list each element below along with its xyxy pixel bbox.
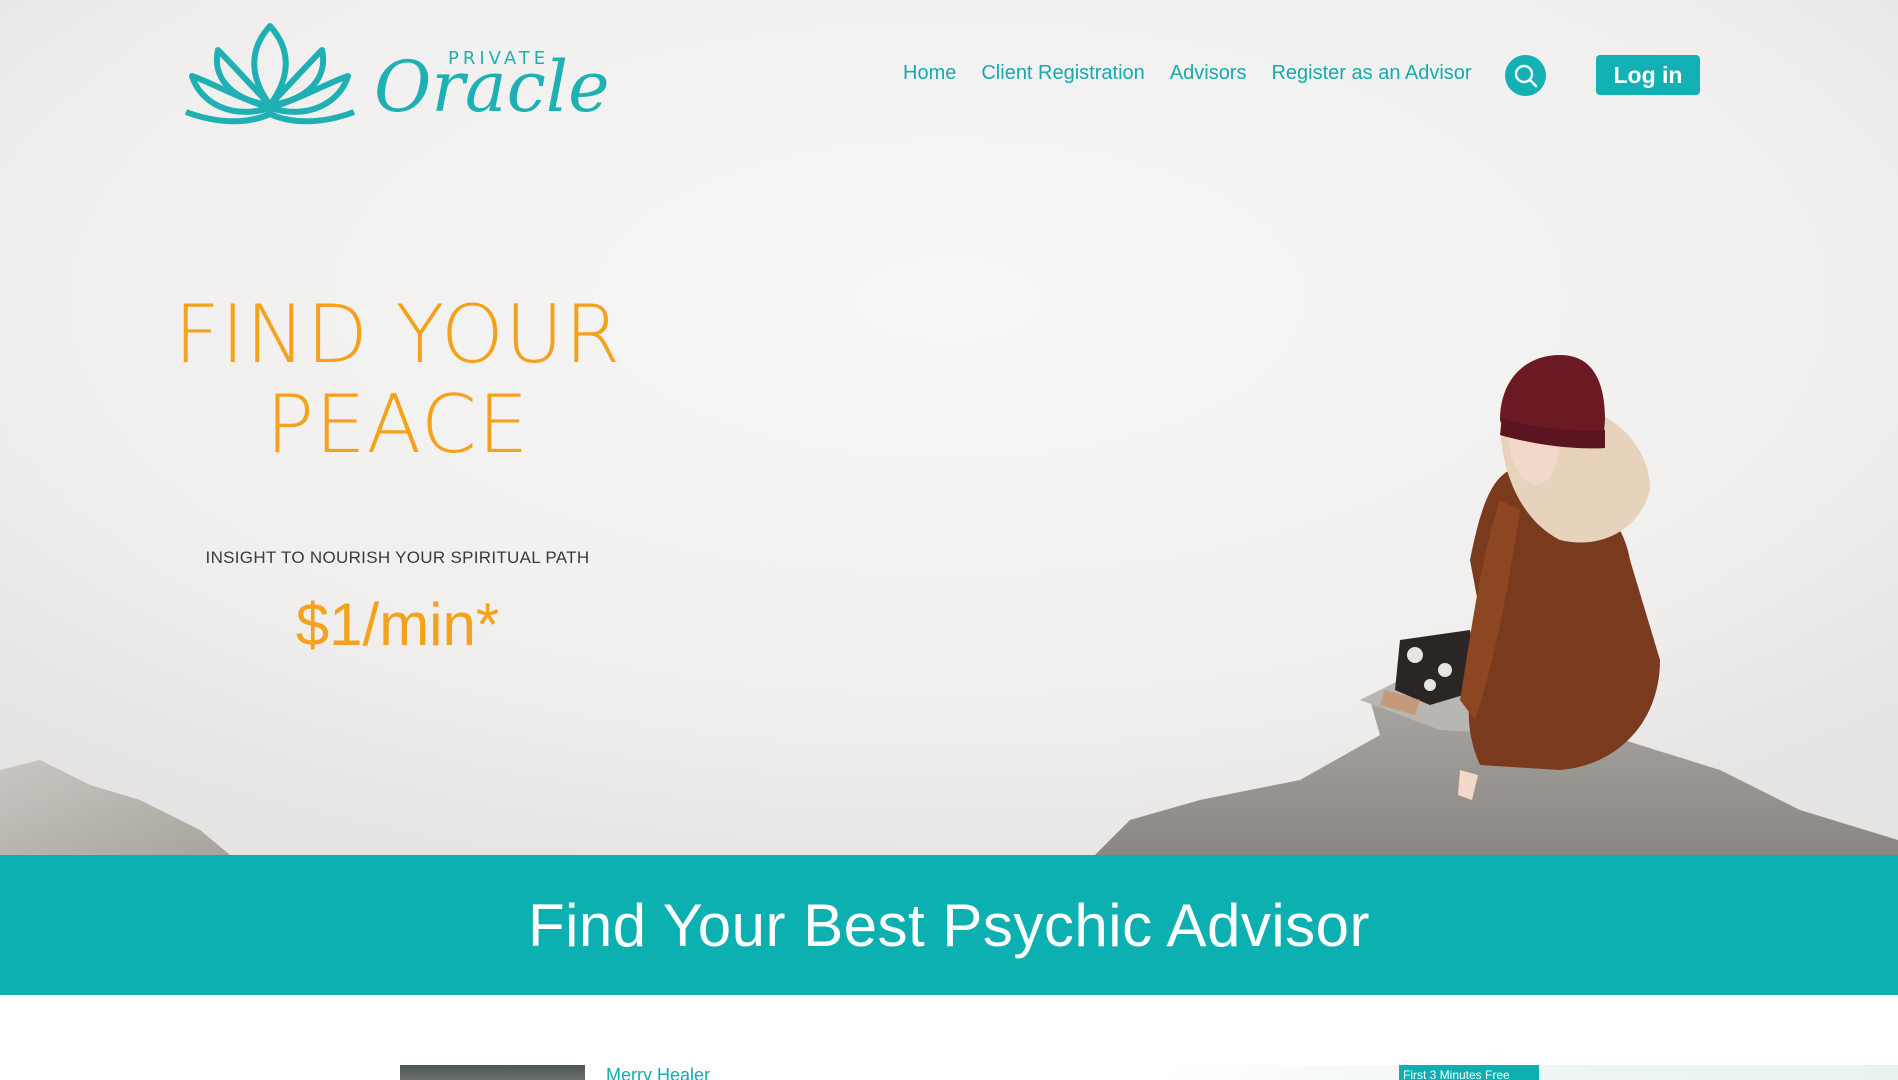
hero-section: PRIVATE Oracle Home Client Registration … (0, 0, 1898, 855)
hero-title: FIND YOUR PEACE (130, 290, 665, 470)
nav-link-home[interactable]: Home (903, 62, 956, 85)
login-button[interactable]: Log in (1596, 55, 1700, 95)
page: PRIVATE Oracle Home Client Registration … (0, 0, 1898, 1080)
advisor-name-link[interactable]: Merry Healer (606, 1066, 710, 1080)
promo-badge: First 3 Minutes Free (1399, 1065, 1539, 1080)
nav-link-advisors[interactable]: Advisors (1170, 62, 1247, 85)
logo[interactable]: PRIVATE Oracle (178, 20, 610, 130)
hero-title-line-2: PEACE (265, 378, 530, 471)
banner-title: Find Your Best Psychic Advisor (527, 891, 1371, 959)
hero-price: $1/min* (295, 591, 500, 658)
nav-link-client-registration[interactable]: Client Registration (981, 62, 1144, 85)
hero-title-line-1: FIND YOUR (173, 288, 622, 381)
advisor-avatar[interactable] (400, 1065, 585, 1080)
logo-oracle-word: Oracle (374, 46, 610, 128)
logo-text-oracle: Oracle (374, 52, 610, 122)
advisor-banner: Find Your Best Psychic Advisor (0, 855, 1898, 995)
search-button[interactable] (1505, 55, 1546, 96)
hero-subtitle: INSIGHT TO NOURISH YOUR SPIRITUAL PATH (205, 548, 590, 567)
lotus-logo-icon (184, 23, 356, 125)
main-nav: Home Client Registration Advisors Regist… (903, 62, 1497, 85)
search-icon (1514, 64, 1537, 87)
nav-link-register-advisor[interactable]: Register as an Advisor (1271, 62, 1471, 85)
